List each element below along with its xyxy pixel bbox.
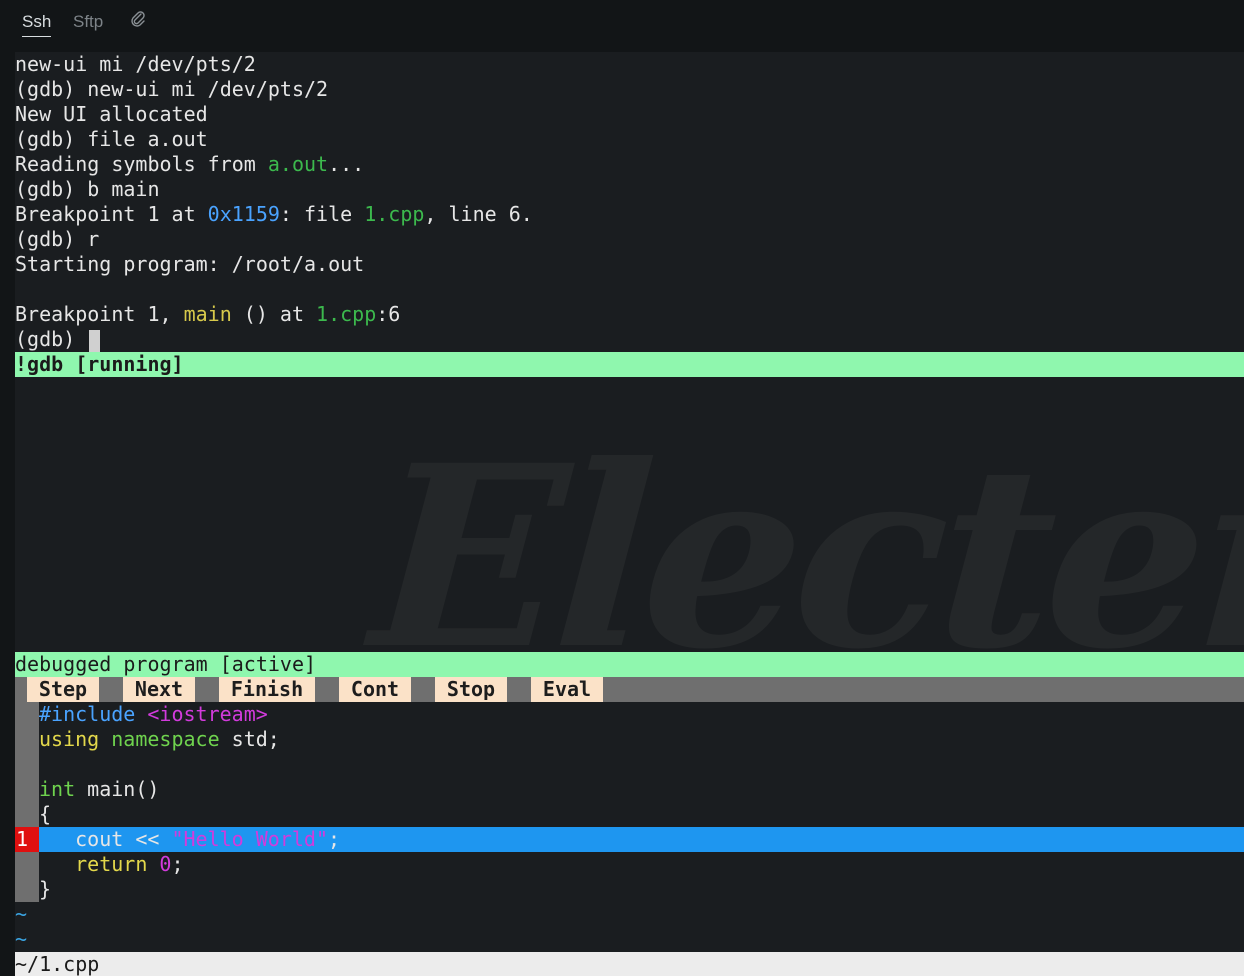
source-gutter	[15, 802, 39, 827]
source-gutter	[15, 777, 39, 802]
step-button[interactable]: Step	[27, 677, 99, 702]
terminal-line: Breakpoint 1, main () at 1.cpp:6	[15, 302, 401, 326]
watermark-logo: Electerm	[364, 410, 1244, 704]
terminal-line: Starting program: /root/a.out	[15, 252, 365, 276]
source-line[interactable]: int main()	[39, 777, 159, 802]
terminal-line: Breakpoint 1 at 0x1159: file 1.cpp, line…	[15, 202, 533, 226]
debugged-program-status-bar: debugged program [active]	[15, 652, 1244, 677]
terminal-line: (gdb) b main	[15, 177, 160, 201]
source-line[interactable]: return 0;	[39, 852, 183, 877]
left-gutter-strip	[0, 46, 15, 976]
source-gutter	[15, 877, 39, 902]
breakpoint-marker[interactable]: 1	[15, 827, 39, 852]
tab-sftp[interactable]: Sftp	[73, 10, 103, 36]
cont-button[interactable]: Cont	[339, 677, 411, 702]
source-line-current[interactable]: cout << "Hello World";	[39, 827, 340, 852]
terminal-line: Reading symbols from a.out...	[15, 152, 365, 176]
source-line[interactable]: }	[39, 877, 51, 902]
terminal-prompt[interactable]: (gdb)	[15, 327, 101, 352]
debug-toolbar: Step Next Finish Cont Stop Eval	[15, 677, 1244, 702]
source-line[interactable]: using namespace std;	[39, 727, 280, 752]
source-gutter	[15, 752, 39, 777]
terminal-line: (gdb) r	[15, 227, 100, 251]
finish-button[interactable]: Finish	[219, 677, 315, 702]
text-cursor	[89, 329, 101, 352]
file-path-bar: ~/1.cpp	[15, 952, 1244, 976]
source-gutter	[15, 727, 39, 752]
source-gutter	[15, 702, 39, 727]
source-line[interactable]: {	[39, 802, 51, 827]
tab-bar: Ssh Sftp	[0, 0, 1244, 46]
source-line[interactable]: #include <iostream>	[39, 702, 268, 727]
terminal[interactable]: new-ui mi /dev/pts/2 (gdb) new-ui mi /de…	[15, 52, 1244, 976]
stop-button[interactable]: Stop	[435, 677, 507, 702]
paperclip-icon[interactable]	[130, 10, 146, 36]
tab-ssh[interactable]: Ssh	[22, 10, 52, 37]
gdb-status-bar: !gdb [running]	[15, 352, 1244, 377]
next-button[interactable]: Next	[123, 677, 195, 702]
terminal-line: (gdb) file a.out	[15, 127, 208, 151]
eval-button[interactable]: Eval	[531, 677, 603, 702]
terminal-line: new-ui mi /dev/pts/2	[15, 52, 256, 76]
empty-line-marker: ~	[15, 902, 28, 926]
empty-line-marker: ~	[15, 927, 28, 951]
terminal-line: New UI allocated	[15, 102, 208, 126]
source-gutter	[15, 852, 39, 877]
terminal-line: (gdb) new-ui mi /dev/pts/2	[15, 77, 329, 101]
